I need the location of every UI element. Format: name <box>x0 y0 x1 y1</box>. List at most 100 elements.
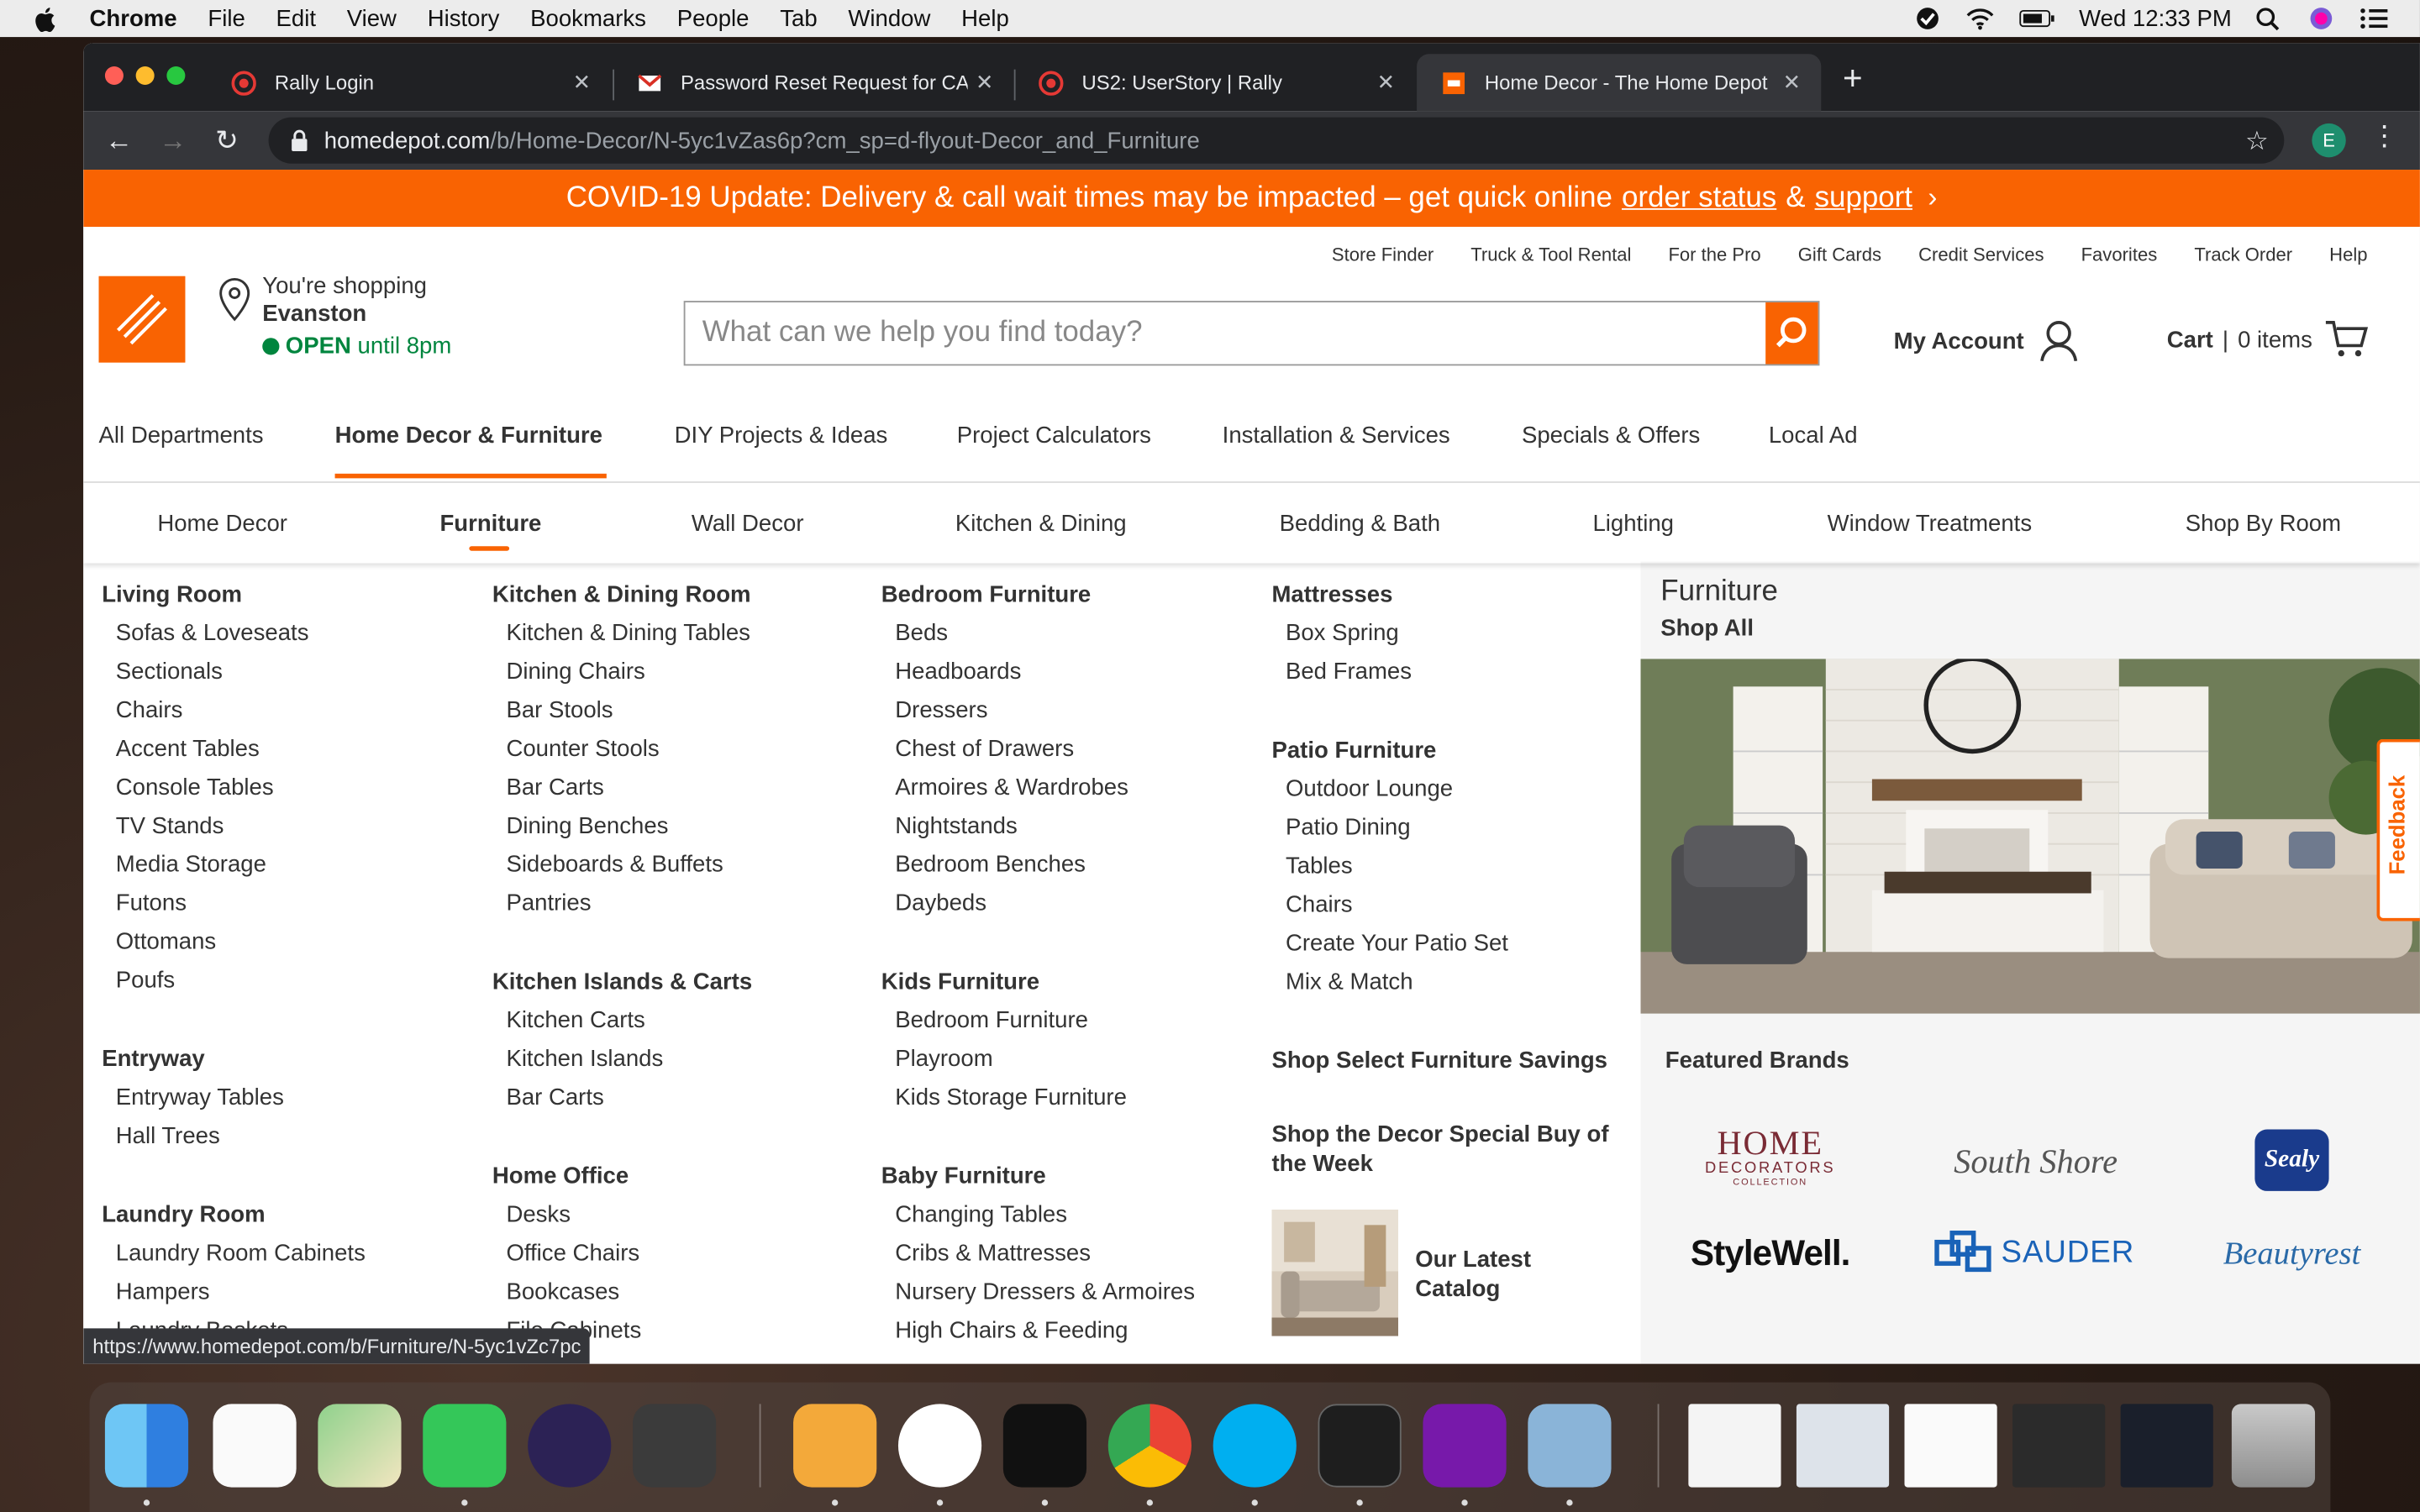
track-order-link[interactable]: Track Order <box>2194 244 2292 265</box>
category-link[interactable]: Nursery Dressers & Armoires <box>881 1273 1195 1311</box>
category-link[interactable]: Dining Benches <box>492 807 752 846</box>
preview-icon[interactable] <box>1528 1404 1612 1488</box>
category-link[interactable]: Bar Carts <box>492 769 752 807</box>
category-link[interactable]: Pantries <box>492 884 752 922</box>
menu-file[interactable]: File <box>208 5 245 31</box>
category-link[interactable]: Box Spring <box>1271 614 1626 653</box>
window-thumbnail-icon[interactable] <box>2012 1404 2106 1488</box>
category-link[interactable]: Hampers <box>102 1273 366 1311</box>
category-link[interactable]: Playroom <box>881 1040 1195 1079</box>
maps-icon[interactable] <box>318 1404 402 1488</box>
shop-furniture-savings-link[interactable]: Shop Select Furniture Savings <box>1271 1042 1626 1080</box>
menu-help[interactable]: Help <box>961 5 1009 31</box>
nav-project-calculators[interactable]: Project Calculators <box>957 423 1151 449</box>
my-account-button[interactable]: My Account <box>1894 319 2080 362</box>
wifi-icon[interactable] <box>1965 6 1996 30</box>
category-link[interactable]: Laundry Room Cabinets <box>102 1234 366 1273</box>
category-link[interactable]: Desks <box>492 1195 752 1234</box>
category-link[interactable]: Changing Tables <box>881 1195 1195 1234</box>
category-heading[interactable]: Kids Furniture <box>881 963 1195 1001</box>
south-shore-logo[interactable]: South Shore <box>1928 1142 2144 1182</box>
notification-center-icon[interactable] <box>2358 6 2389 30</box>
pages-icon[interactable] <box>793 1404 877 1488</box>
eclipse-icon[interactable] <box>528 1404 612 1488</box>
checkmark-status-icon[interactable] <box>1912 6 1944 30</box>
living-room-image[interactable] <box>1640 659 2420 1014</box>
siri-icon[interactable] <box>2306 6 2337 30</box>
category-link[interactable]: Mix & Match <box>1271 963 1626 1001</box>
category-link[interactable]: Bedroom Furniture <box>881 1001 1195 1040</box>
nav-home-decor-furniture[interactable]: Home Decor & Furniture <box>335 423 602 449</box>
category-link[interactable]: Office Chairs <box>492 1234 752 1273</box>
beautyrest-logo[interactable]: Beautyrest <box>2212 1234 2372 1273</box>
trash-icon[interactable] <box>2231 1404 2316 1488</box>
gift-cards-link[interactable]: Gift Cards <box>1798 244 1881 265</box>
category-link[interactable]: Accent Tables <box>102 730 366 769</box>
menu-app-name[interactable]: Chrome <box>90 5 177 31</box>
tab-password-reset[interactable]: Password Reset Request for CA ✕ <box>613 54 1014 111</box>
nav-local-ad[interactable]: Local Ad <box>1769 423 1858 449</box>
tab-rally-login[interactable]: Rally Login ✕ <box>207 54 611 111</box>
favorites-link[interactable]: Favorites <box>2081 244 2158 265</box>
category-link[interactable]: Futons <box>102 884 366 922</box>
facetime-icon[interactable] <box>423 1404 507 1488</box>
menu-people[interactable]: People <box>677 5 750 31</box>
category-link[interactable]: Create Your Patio Set <box>1271 924 1626 963</box>
address-bar[interactable]: homedepot.com/b/Home-Decor/N-5yc1vZas6p?… <box>268 117 2285 164</box>
category-link[interactable]: Media Storage <box>102 846 366 885</box>
category-link[interactable]: Patio Dining <box>1271 808 1626 847</box>
category-link[interactable]: Headboards <box>881 653 1195 691</box>
support-link[interactable]: support <box>1815 181 1912 215</box>
zoom-window-button[interactable] <box>166 66 186 86</box>
category-link[interactable]: Kitchen Islands <box>492 1040 752 1079</box>
truck-tool-rental-link[interactable]: Truck & Tool Rental <box>1470 244 1631 265</box>
subnav-window-treatments[interactable]: Window Treatments <box>1828 511 2032 537</box>
nav-diy-projects[interactable]: DIY Projects & Ideas <box>675 423 888 449</box>
tab-us2-userstory[interactable]: US2: UserStory | Rally ✕ <box>1014 54 1416 111</box>
help-link[interactable]: Help <box>2329 244 2367 265</box>
menu-view[interactable]: View <box>347 5 397 31</box>
lock-icon[interactable] <box>290 129 308 151</box>
search-input[interactable] <box>685 302 1766 365</box>
category-heading[interactable]: Baby Furniture <box>881 1158 1195 1196</box>
for-the-pro-link[interactable]: For the Pro <box>1668 244 1760 265</box>
category-link[interactable]: Chairs <box>1271 885 1626 924</box>
decor-special-buy-link[interactable]: Shop the Decor Special Buy of the Week <box>1271 1120 1626 1179</box>
search-button[interactable] <box>1765 302 1818 365</box>
category-link[interactable]: Entryway Tables <box>102 1079 366 1117</box>
close-tab-icon[interactable]: ✕ <box>1369 70 1402 96</box>
feedback-tab[interactable]: Feedback <box>2376 738 2420 921</box>
category-link[interactable]: Sofas & Loveseats <box>102 614 366 653</box>
cart-button[interactable]: Cart | 0 items <box>2167 319 2371 360</box>
close-window-button[interactable] <box>104 66 124 86</box>
subnav-furniture[interactable]: Furniture <box>439 511 541 537</box>
category-link[interactable]: Counter Stools <box>492 730 752 769</box>
category-link[interactable]: Nightstands <box>881 807 1195 846</box>
category-heading[interactable]: Home Office <box>492 1158 752 1196</box>
menu-history[interactable]: History <box>428 5 500 31</box>
category-link[interactable]: Bed Frames <box>1271 653 1626 691</box>
profile-avatar[interactable]: E <box>2312 123 2346 158</box>
category-link[interactable]: TV Stands <box>102 807 366 846</box>
close-tab-icon[interactable]: ✕ <box>1775 70 1808 96</box>
document-thumbnail-icon[interactable] <box>1904 1404 1997 1488</box>
category-heading[interactable]: Mattresses <box>1271 575 1626 614</box>
home-decorators-logo[interactable]: HOME DECORATORS COLLECTION <box>1693 1126 1848 1188</box>
sauder-logo[interactable]: SAUDER <box>1933 1230 2134 1276</box>
category-link[interactable]: Hall Trees <box>102 1117 366 1156</box>
category-link[interactable]: Sectionals <box>102 653 366 691</box>
subnav-shop-by-room[interactable]: Shop By Room <box>2186 511 2341 537</box>
store-finder-link[interactable]: Store Finder <box>1332 244 1434 265</box>
category-link[interactable]: Armoires & Wardrobes <box>881 769 1195 807</box>
spotlight-search-icon[interactable] <box>2254 6 2285 31</box>
nav-installation-services[interactable]: Installation & Services <box>1223 423 1450 449</box>
category-link[interactable]: Cribs & Mattresses <box>881 1234 1195 1273</box>
category-link[interactable]: Kitchen & Dining Tables <box>492 614 752 653</box>
chrome-menu-icon[interactable]: ⋮ <box>2370 120 2398 153</box>
subnav-kitchen-dining[interactable]: Kitchen & Dining <box>955 511 1127 537</box>
sublime-icon[interactable] <box>633 1404 717 1488</box>
category-link[interactable]: Chest of Drawers <box>881 730 1195 769</box>
stylewell-logo[interactable]: StyleWell. <box>1677 1233 1862 1275</box>
subnav-home-decor[interactable]: Home Decor <box>157 511 287 537</box>
category-link[interactable]: Kitchen Carts <box>492 1001 752 1040</box>
